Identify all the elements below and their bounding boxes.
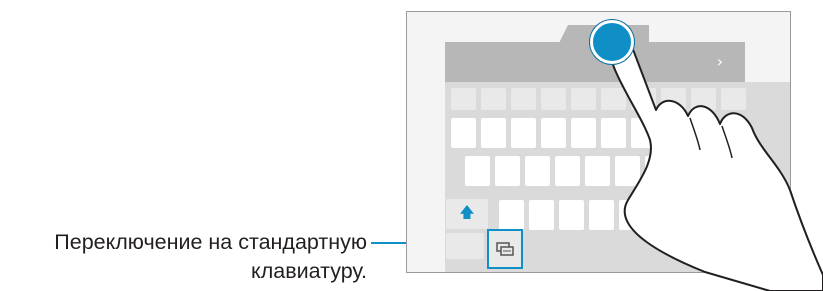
touch-point-icon bbox=[590, 20, 634, 64]
pointing-hand-icon bbox=[608, 35, 823, 291]
